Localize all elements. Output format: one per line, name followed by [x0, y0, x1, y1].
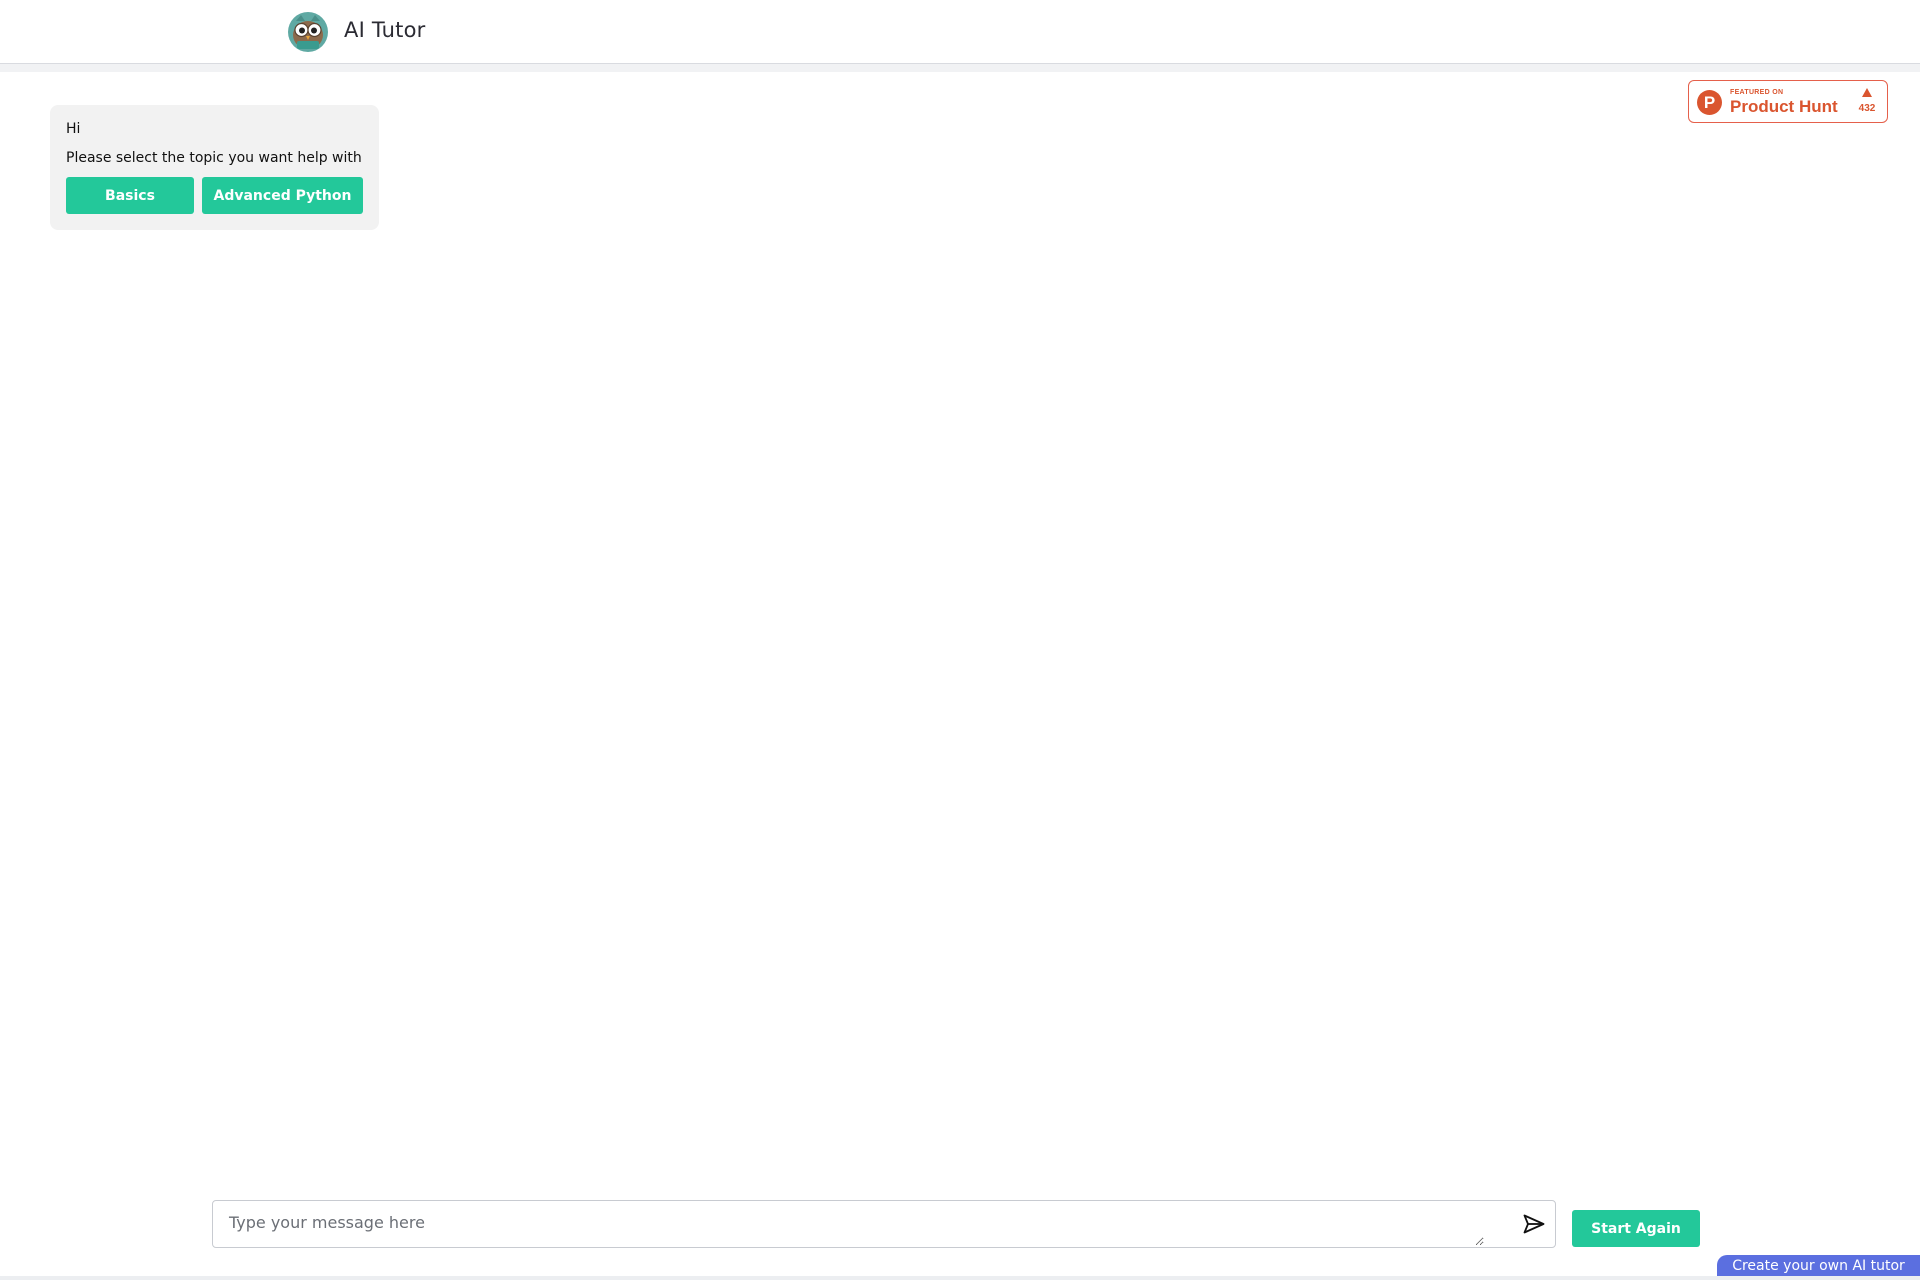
upvote-arrow-icon: [1862, 88, 1872, 97]
product-hunt-name: Product Hunt: [1730, 97, 1838, 116]
product-hunt-logo-icon: P: [1697, 90, 1722, 115]
upvote-count: 432: [1858, 103, 1876, 114]
send-icon[interactable]: [1523, 1214, 1545, 1234]
bot-message-bubble: Hi Please select the topic you want help…: [50, 105, 379, 230]
header-divider: [0, 64, 1920, 72]
message-composer: [212, 1200, 1556, 1248]
message-input[interactable]: [214, 1202, 1484, 1246]
start-again-button[interactable]: Start Again: [1572, 1210, 1700, 1247]
footer-divider: [0, 1276, 1920, 1280]
product-hunt-badge[interactable]: P FEATURED ON Product Hunt 432: [1688, 80, 1888, 123]
topic-basics-button[interactable]: Basics: [66, 177, 194, 214]
app-header: AI Tutor: [0, 0, 1920, 64]
topic-prompt-text: Please select the topic you want help wi…: [66, 150, 362, 166]
app-title: AI Tutor: [344, 18, 426, 42]
product-hunt-featured-label: FEATURED ON: [1730, 89, 1784, 96]
create-your-own-tutor-link[interactable]: Create your own AI tutor: [1717, 1255, 1920, 1276]
greeting-text: Hi: [66, 121, 81, 137]
owl-logo-icon[interactable]: [287, 11, 329, 53]
topic-advanced-python-button[interactable]: Advanced Python: [202, 177, 363, 214]
